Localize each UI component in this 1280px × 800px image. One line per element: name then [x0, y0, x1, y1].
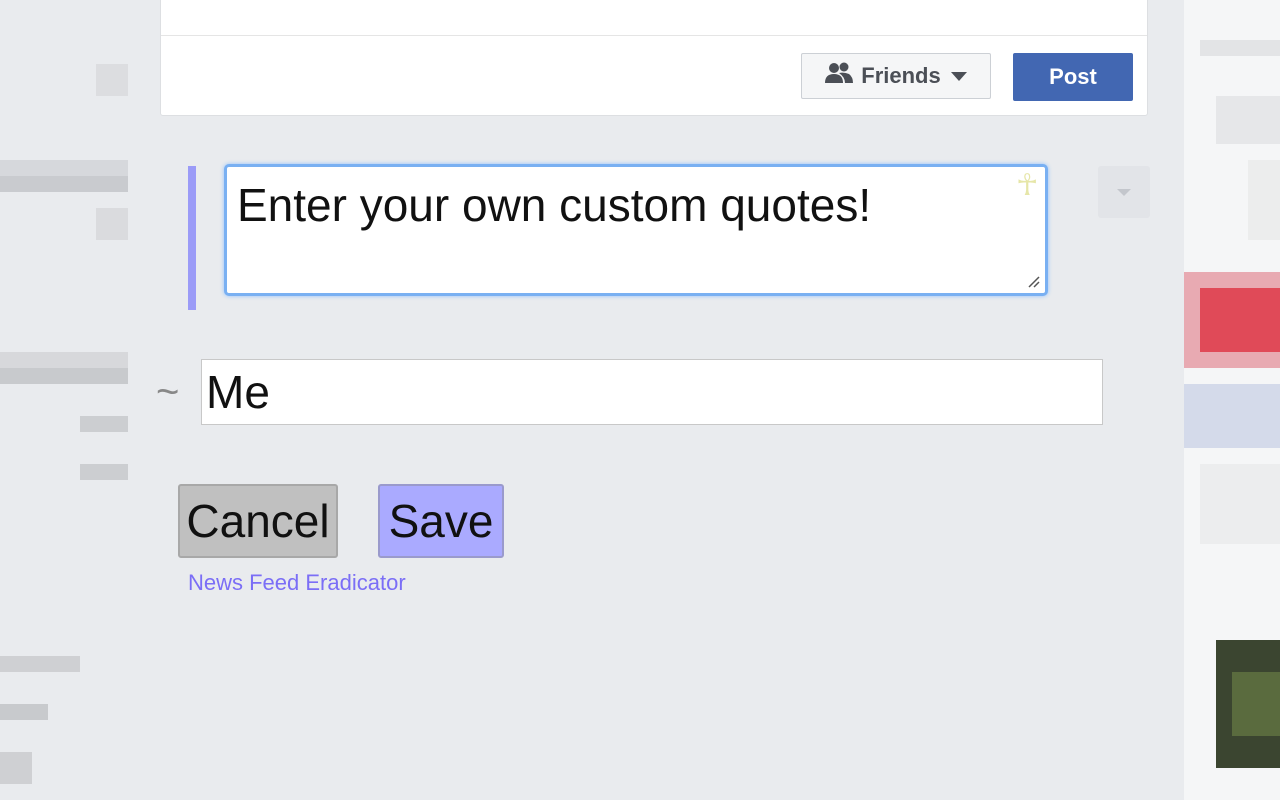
resize-handle-icon[interactable] [1026, 274, 1040, 288]
save-button[interactable]: Save [378, 484, 504, 558]
quote-textarea[interactable]: Enter your own custom quotes! [224, 164, 1048, 296]
friends-icon [825, 62, 854, 90]
audience-label: Friends [861, 63, 941, 88]
audience-selector[interactable]: Friends [801, 53, 991, 99]
ankh-icon: ☥ [1016, 169, 1039, 202]
right-sidebar-blurred [1168, 0, 1280, 800]
cancel-button[interactable]: Cancel [178, 484, 338, 558]
chevron-down-icon [1117, 188, 1131, 196]
chevron-down-icon [950, 71, 967, 81]
quote-accent-bar [188, 166, 196, 310]
composer-divider [161, 35, 1147, 36]
post-composer: Friends Post [160, 0, 1148, 116]
author-input[interactable] [201, 359, 1103, 425]
author-prefix: ~ [156, 370, 180, 414]
post-options-button[interactable] [1098, 166, 1150, 218]
left-sidebar-blurred [0, 0, 160, 800]
post-button[interactable]: Post [1013, 53, 1133, 101]
extension-link[interactable]: News Feed Eradicator [188, 570, 406, 596]
